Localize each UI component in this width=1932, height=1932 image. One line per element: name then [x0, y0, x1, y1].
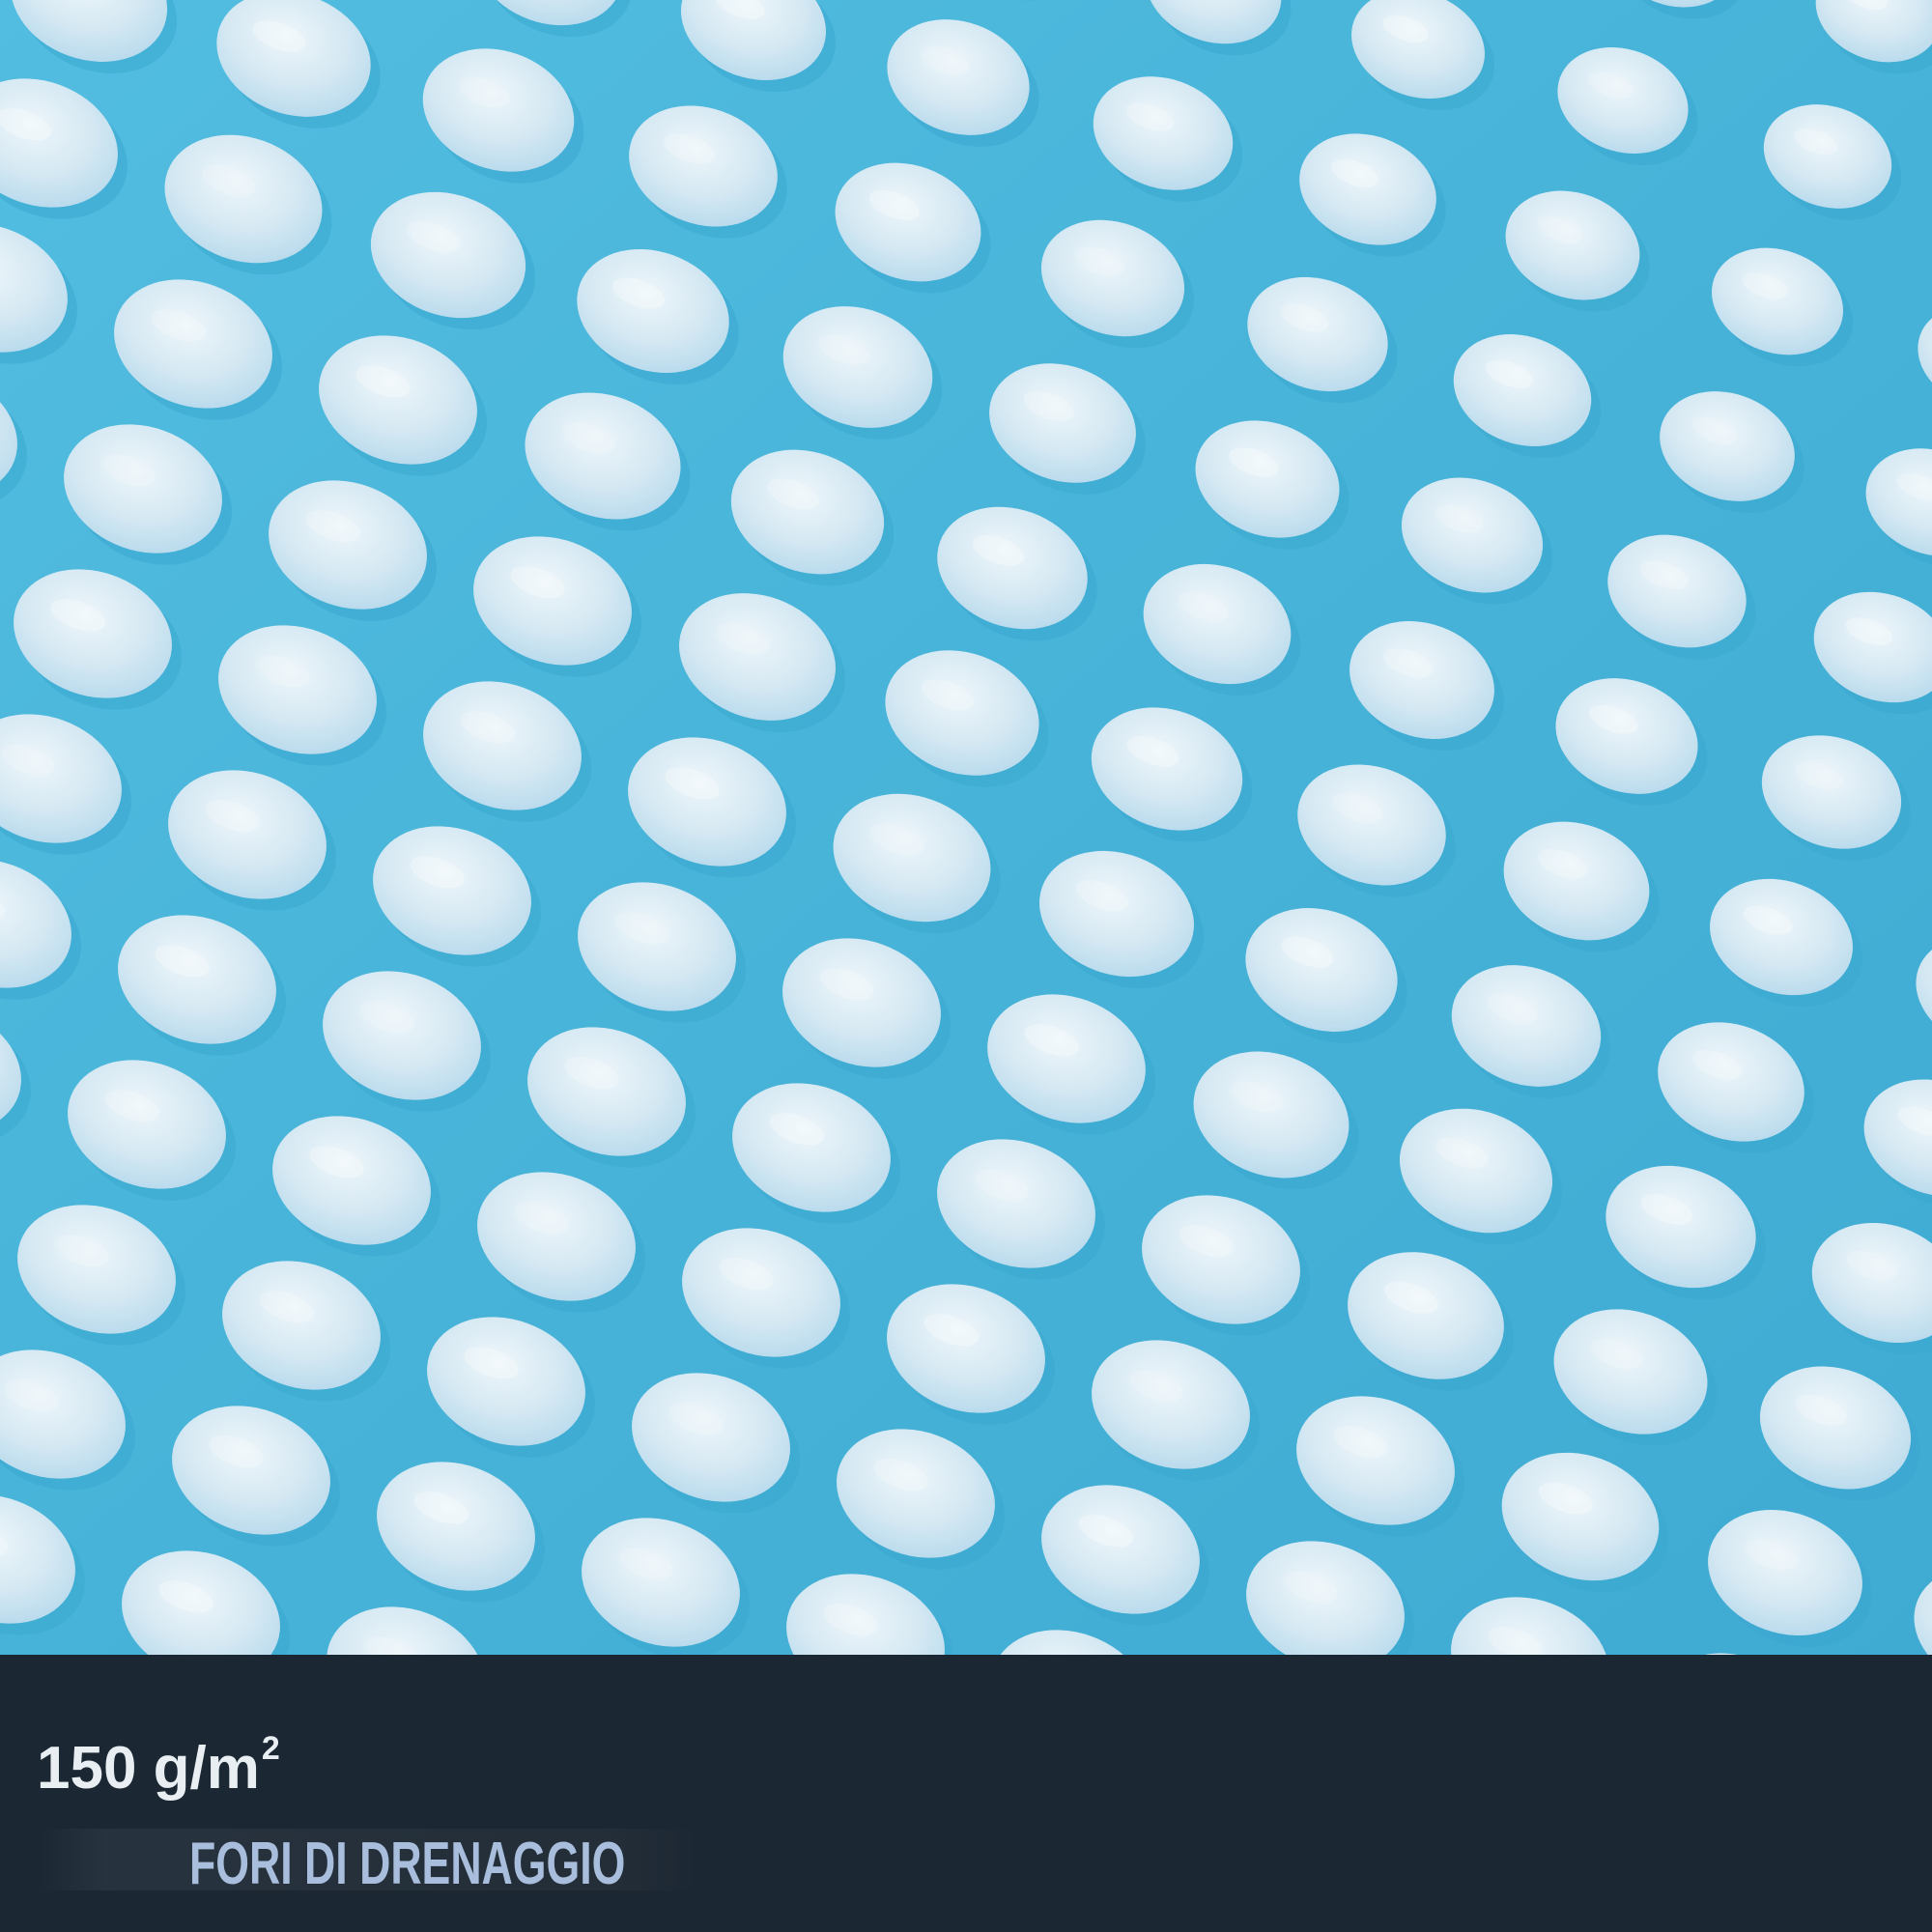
weight-exponent: 2	[261, 1730, 280, 1767]
weight-value: 150 g/m	[37, 1735, 260, 1802]
drainage-label: FORI DI DRENAGGIO	[189, 1831, 626, 1897]
weight-label: 150 g/m2	[37, 1730, 280, 1803]
bubble-cover-photo	[0, 0, 1932, 1655]
caption-bar: 150 g/m2 FORI DI DRENAGGIO	[0, 1655, 1932, 1932]
product-image: 150 g/m2 FORI DI DRENAGGIO	[0, 0, 1932, 1932]
bubble-texture	[0, 0, 1932, 1655]
